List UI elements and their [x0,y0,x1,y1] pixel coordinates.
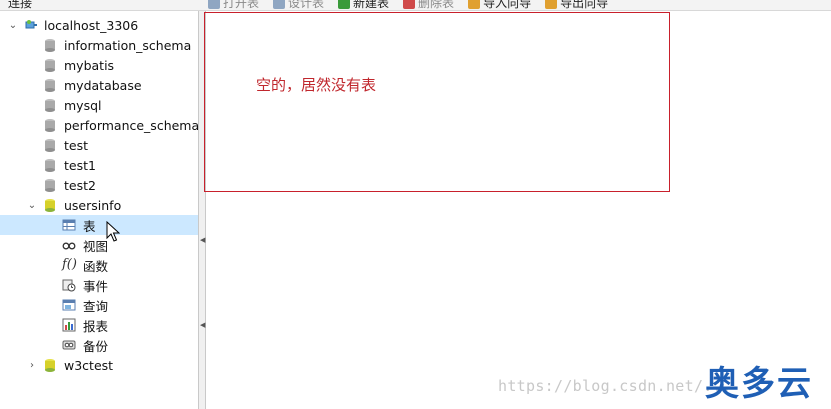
backup-icon [62,340,76,350]
tree-item-database[interactable]: mysql [0,95,198,115]
import-wizard-button[interactable]: 导入向导 [468,0,532,10]
database-open-icon [45,359,55,372]
tree-item-database[interactable]: test1 [0,155,198,175]
tree-item-tables[interactable]: 表 [0,215,198,235]
database-label: mysql [64,97,102,113]
tree-item-reports[interactable]: 报表 [0,315,198,335]
toolbar: 打开表 设计表 新建表 删除表 导入向导 导出向导 [208,0,609,10]
design-table-label: 设计表 [288,0,325,10]
delete-table-button[interactable]: 删除表 [403,0,455,10]
database-label: mybatis [64,57,115,73]
collapse-left-arrow-icon[interactable]: ◀ [200,236,205,244]
query-icon [62,299,76,311]
open-table-icon [208,0,220,9]
database-label: mydatabase [64,77,142,93]
tree-item-label: 报表 [83,318,109,334]
table-icon [62,219,76,231]
database-icon [45,119,55,132]
delete-table-icon [403,0,416,9]
import-wizard-icon [468,0,481,9]
tree-item-database[interactable]: information_schema [0,35,198,55]
database-icon [45,99,55,112]
event-icon [62,279,76,292]
tree-item-label: 函数 [83,258,109,274]
tree-item-database[interactable]: test [0,135,198,155]
tree-item-functions[interactable]: f() 函数 [0,255,198,275]
database-icon [45,59,55,72]
database-label: test1 [64,157,96,173]
database-icon [45,79,55,92]
database-label: usersinfo [64,197,122,213]
tree-item-database[interactable]: performance_schema [0,115,200,135]
connections-panel-label: 连接 [8,0,33,10]
export-wizard-button[interactable]: 导出向导 [545,0,609,10]
database-open-icon [45,199,55,212]
chevron-right-icon[interactable]: › [27,360,37,371]
watermark-logo: 奥多云 [705,364,813,404]
design-table-icon [273,0,286,9]
tree-item-views[interactable]: 视图 [0,235,198,255]
report-icon [62,318,76,332]
tree-item-database-open[interactable]: ⌄ usersinfo [0,195,198,215]
export-wizard-label: 导出向导 [560,0,609,10]
delete-table-label: 删除表 [418,0,455,10]
view-glasses-icon [62,242,76,250]
open-table-button[interactable]: 打开表 [208,0,260,10]
tree-item-backups[interactable]: 备份 [0,335,198,355]
database-label: w3ctest [64,357,114,373]
database-icon [45,159,55,172]
tree-item-database[interactable]: test2 [0,175,198,195]
annotation-box [204,12,670,192]
new-table-icon [338,0,351,9]
tree-item-label: 视图 [83,238,109,254]
tree-item-database[interactable]: mybatis [0,55,198,75]
database-label: test [64,137,89,153]
database-icon [45,39,55,52]
chevron-down-icon[interactable]: ⌄ [27,200,37,211]
function-icon: f() [62,257,77,272]
top-bar: 连接 打开表 设计表 新建表 删除表 导入向导 导出向导 [0,0,831,11]
annotation-text: 空的，居然没有表 [256,76,377,94]
mouse-cursor-icon [106,221,120,242]
open-table-label: 打开表 [223,0,260,10]
watermark-url: https://blog.csdn.net/... [498,377,732,395]
database-label: performance_schema [64,117,200,133]
tree-item-label: 查询 [83,298,109,314]
connection-plug-icon [25,20,37,29]
import-wizard-label: 导入向导 [483,0,532,10]
database-label: test2 [64,177,96,193]
database-icon [45,139,55,152]
export-wizard-icon [545,0,558,9]
new-table-button[interactable]: 新建表 [338,0,390,10]
database-label: information_schema [64,37,192,53]
connection-tree: ⌄ localhost_3306 information_schema myba… [0,11,199,409]
design-table-button[interactable]: 设计表 [273,0,325,10]
tree-item-database-collapsed[interactable]: › w3ctest [0,355,198,375]
tree-item-connection[interactable]: ⌄ localhost_3306 [0,15,198,35]
new-table-label: 新建表 [353,0,390,10]
tree-item-label: 备份 [83,338,109,354]
database-icon [45,179,55,192]
chevron-down-icon[interactable]: ⌄ [8,20,18,31]
tree-item-label: 事件 [83,278,109,294]
tree-item-label: 表 [83,218,96,234]
tree-item-events[interactable]: 事件 [0,275,198,295]
tree-item-queries[interactable]: 查询 [0,295,198,315]
collapse-left-arrow-icon[interactable]: ◀ [200,321,205,329]
connection-label: localhost_3306 [44,17,139,33]
tree-item-database[interactable]: mydatabase [0,75,198,95]
